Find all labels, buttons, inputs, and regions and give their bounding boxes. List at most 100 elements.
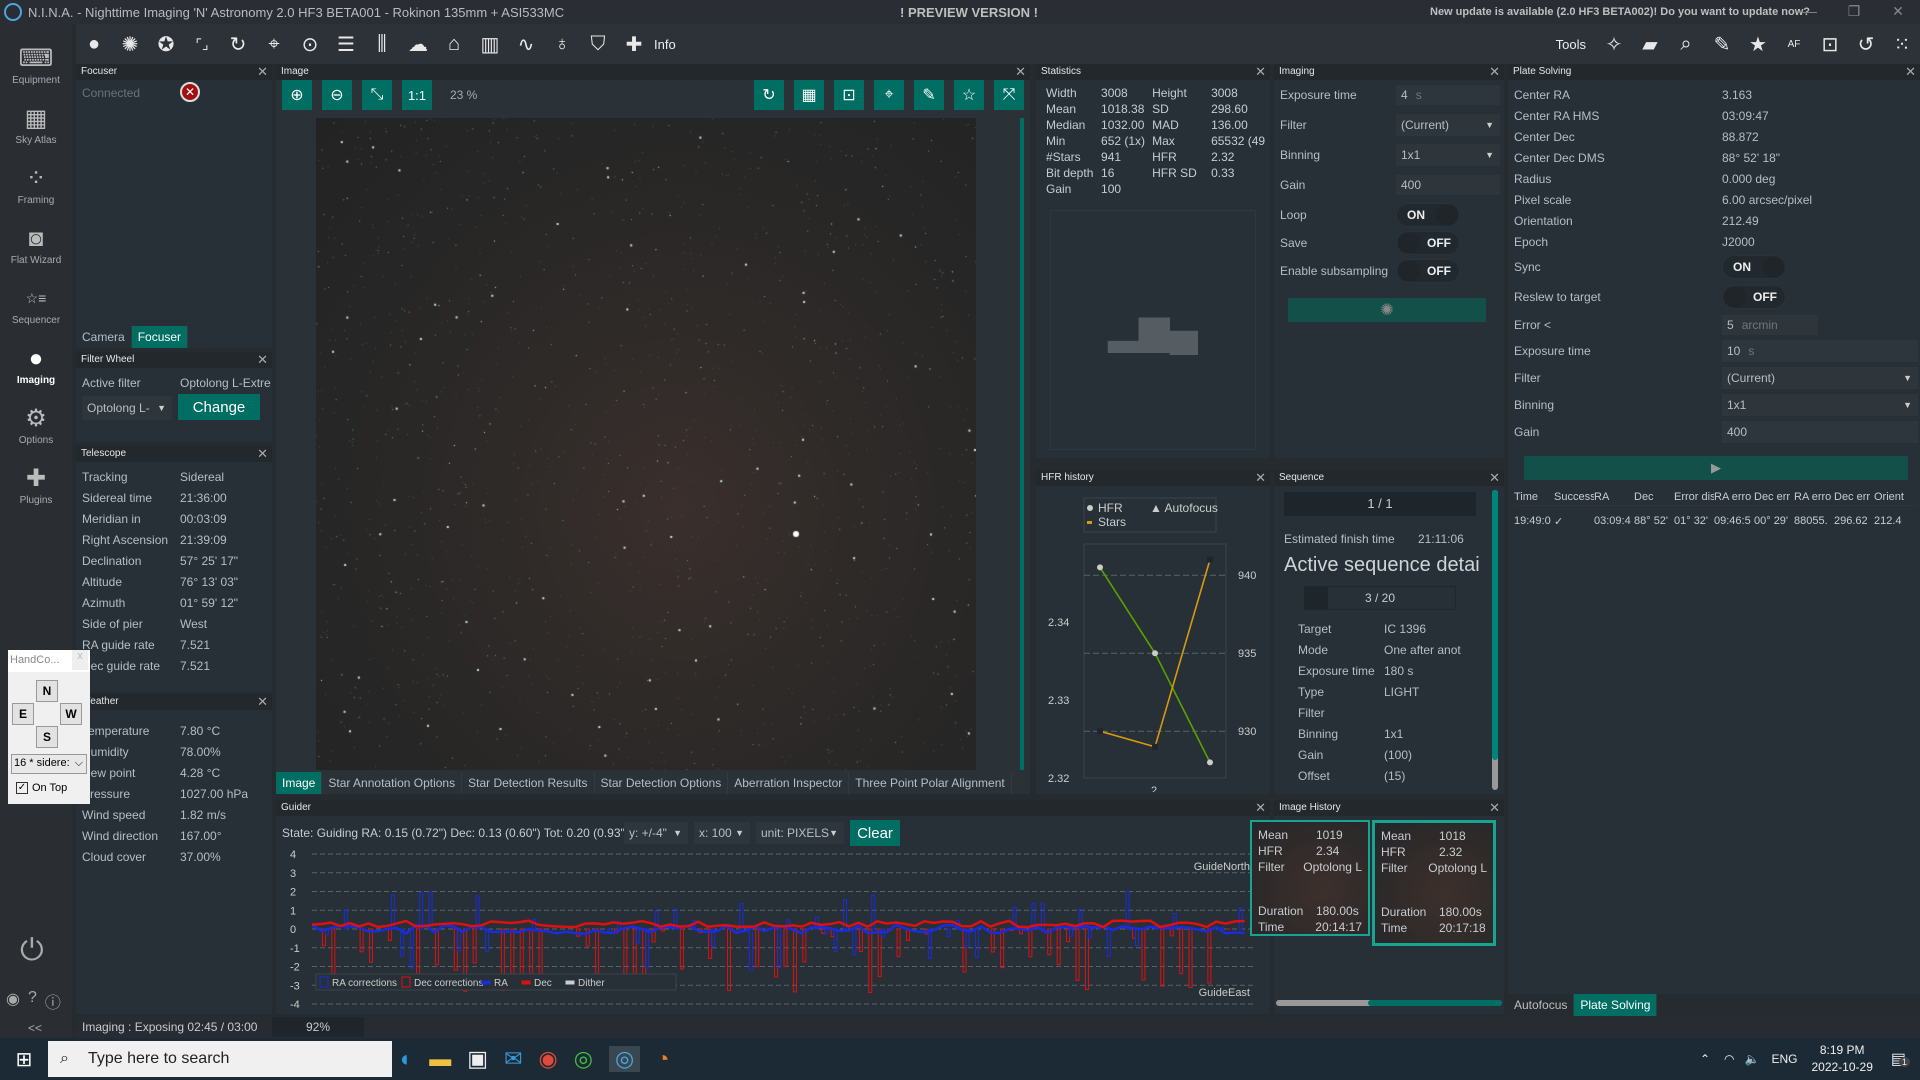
reslew-toggle[interactable]: OFF <box>1722 284 1786 309</box>
save-toggle[interactable]: OFF <box>1396 230 1460 255</box>
tab-aberration-inspector[interactable]: Aberration Inspector <box>728 772 850 794</box>
close-icon[interactable]: ✕ <box>1255 800 1266 815</box>
sidebar-item-sequencer[interactable]: ☆≡ Sequencer <box>0 274 72 334</box>
sidebar-item-options[interactable]: ⚙ Options <box>0 394 72 454</box>
chrome-icon[interactable]: ◉ <box>539 1046 558 1072</box>
minimize-button[interactable]: — <box>1788 0 1832 24</box>
close-icon[interactable]: ✕ <box>1015 64 1026 79</box>
close-icon[interactable]: ✕ <box>257 64 268 79</box>
debayer-button[interactable]: ⤧ <box>994 80 1024 110</box>
sky-sphere-icon[interactable]: ● <box>76 28 112 60</box>
info-label[interactable]: Info <box>654 37 676 52</box>
column-header[interactable]: Success <box>1554 491 1594 503</box>
plugins-icon[interactable]: ✚ <box>616 28 652 60</box>
power-icon[interactable]: ⏻ <box>20 934 44 968</box>
maximize-button[interactable]: ❐ <box>1832 0 1876 24</box>
clear-button[interactable]: Clear <box>850 820 900 846</box>
grid-button[interactable]: ▦ <box>794 80 824 110</box>
sidebar-item-equipment[interactable]: ⌨ Equipment <box>0 34 72 94</box>
history-thumbnail[interactable]: Mean 1018 HFR 2.32 Filter Optolong L Duration 1… <box>1372 820 1496 946</box>
error-threshold-input[interactable]: 5sarcmin <box>1722 314 1818 335</box>
update-link[interactable]: New update is available (2.0 HF3 BETA002… <box>1430 6 1810 18</box>
tab-star-detection-options[interactable]: Star Detection Options <box>595 772 729 794</box>
filter-wheel-icon[interactable]: ✪ <box>148 28 184 60</box>
statistics-icon[interactable]: ▥ <box>472 28 508 60</box>
close-icon[interactable]: ✕ <box>257 446 268 461</box>
tray-chevron-icon[interactable]: ⌃ <box>1700 1052 1710 1066</box>
ps-binning-select[interactable]: 1x1 ▼ <box>1722 393 1918 416</box>
zoom-out-button[interactable]: ⊖ <box>322 80 352 110</box>
autofocus-icon[interactable]: AF <box>1776 28 1812 60</box>
close-icon[interactable]: ✕ <box>1905 64 1916 79</box>
column-header[interactable]: Dec err <box>1754 491 1794 503</box>
solve-play-button[interactable]: ▶ <box>1524 456 1908 480</box>
tab-star-annotation[interactable]: Star Annotation Options <box>322 772 463 794</box>
ps-filter-select[interactable]: (Current) ▼ <box>1722 366 1918 389</box>
tab-plate-solving[interactable]: Plate Solving <box>1574 994 1658 1016</box>
north-button[interactable]: N <box>36 680 58 702</box>
clock[interactable]: 8:19 PM 2022-10-29 <box>1811 1042 1872 1076</box>
brush-icon[interactable]: ✎ <box>1704 28 1740 60</box>
column-header[interactable]: RA <box>1594 491 1634 503</box>
ps-exposure-input[interactable]: 10 s <box>1722 339 1918 362</box>
sidebar-item-imaging[interactable]: ● Imaging <box>0 334 72 394</box>
y-scale-select[interactable]: y: +/-4" ▼ <box>624 822 688 844</box>
tab-polar-alignment[interactable]: Three Point Polar Alignment <box>849 772 1012 794</box>
search-sky-icon[interactable]: ⌕ <box>1668 28 1704 60</box>
telescope-icon[interactable]: ⌖ <box>256 28 292 60</box>
east-button[interactable]: E <box>12 703 34 725</box>
filter-select[interactable]: Optolong L- ▼ <box>82 396 172 420</box>
tab-star-detection-results[interactable]: Star Detection Results <box>462 772 595 794</box>
flat-tool-icon[interactable]: ▰ <box>1632 28 1668 60</box>
capture-button[interactable]: ✺ <box>1288 298 1486 322</box>
collapse-sidebar-button[interactable]: << <box>28 1021 42 1035</box>
ps-gain-input[interactable]: 400 <box>1722 420 1918 443</box>
network-icon[interactable]: ◠ <box>1724 1052 1734 1066</box>
fit-button[interactable]: ⤡ <box>362 80 392 110</box>
south-button[interactable]: S <box>36 726 58 748</box>
zoom-in-button[interactable]: ⊕ <box>282 80 312 110</box>
column-header[interactable]: Time <box>1514 491 1554 503</box>
binning-select[interactable]: 1x1 ▼ <box>1396 143 1500 166</box>
windows-start-icon[interactable]: ⊞ <box>0 1047 48 1072</box>
weather-icon[interactable]: ☁ <box>400 28 436 60</box>
eye-icon[interactable]: ◉ <box>6 989 20 1013</box>
store-icon[interactable]: ▣ <box>467 1046 488 1072</box>
taskbar-search[interactable]: ⌕ Type here to search <box>48 1041 392 1077</box>
column-header[interactable]: Dec <box>1634 491 1674 503</box>
polar-align-icon[interactable]: ⊡ <box>1812 28 1848 60</box>
close-icon[interactable]: ✕ <box>1255 470 1266 485</box>
disconnected-icon[interactable]: ✕ <box>180 82 200 102</box>
rate-select[interactable]: 16 * sidere: ⌵ <box>11 754 87 774</box>
sync-toggle[interactable]: ON <box>1722 254 1786 279</box>
close-icon[interactable]: ✕ <box>257 352 268 367</box>
flat-panel-icon[interactable]: ♁ <box>544 28 580 60</box>
filter-select[interactable]: (Current) ▼ <box>1396 113 1500 136</box>
image-scrollbar[interactable] <box>1020 118 1024 770</box>
column-header[interactable]: Orient <box>1874 491 1914 503</box>
hfr-graph-icon[interactable]: ∿ <box>508 28 544 60</box>
west-button[interactable]: W <box>60 703 82 725</box>
close-icon[interactable]: ✕ <box>1489 64 1500 79</box>
sidebar-item-flat-wizard[interactable]: ◙ Flat Wizard <box>0 214 72 274</box>
app-green-icon[interactable]: ◎ <box>574 1046 593 1072</box>
notifications-icon[interactable]: ▤1 <box>1891 1049 1910 1069</box>
history-icon[interactable]: ↺ <box>1848 28 1884 60</box>
close-icon[interactable]: ✕ <box>257 694 268 709</box>
tab-focuser[interactable]: Focuser <box>131 326 189 348</box>
close-icon[interactable]: ✕ <box>1489 800 1500 815</box>
sequencer-icon[interactable]: ☰ <box>328 28 364 60</box>
help-icon[interactable]: ? <box>28 989 37 1013</box>
close-icon[interactable]: ✕ <box>1255 64 1266 79</box>
orange-app-icon[interactable]: ◔ <box>656 1046 669 1072</box>
rotator-icon[interactable]: ↻ <box>220 28 256 60</box>
crosshair-button[interactable]: ⌖ <box>874 80 904 110</box>
star-icon[interactable]: ★ <box>1740 28 1776 60</box>
column-header[interactable]: Error dis <box>1674 491 1714 503</box>
info-icon[interactable]: ⓘ <box>45 989 61 1013</box>
unit-select[interactable]: unit: PIXELS ▼ <box>756 822 844 844</box>
close-window-button[interactable]: ✕ <box>1876 0 1920 24</box>
loop-toggle[interactable]: ON <box>1396 202 1460 227</box>
sidebar-item-framing[interactable]: ⁘ Framing <box>0 154 72 214</box>
switch-icon[interactable]: ⫼ <box>364 28 400 60</box>
